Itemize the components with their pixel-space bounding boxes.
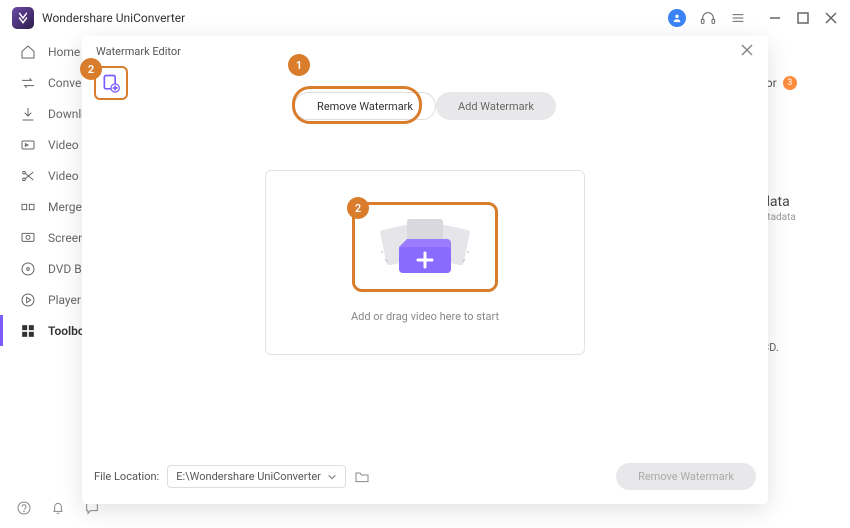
callout-badge-2b: 2 (347, 197, 369, 219)
watermark-editor-modal: Watermark Editor 2 Remove Watermark Add … (82, 36, 768, 504)
callout-badge-1: 1 (288, 54, 310, 76)
help-icon[interactable] (16, 500, 32, 516)
remove-watermark-button[interactable]: Remove Watermark (616, 463, 756, 490)
titlebar: Wondershare UniConverter (0, 0, 850, 36)
file-location-select[interactable]: E:\Wondershare UniConverter (167, 465, 346, 488)
sidebar-item-toolbox[interactable]: Toolbox (0, 315, 90, 346)
peek-cd: CD. (762, 341, 832, 354)
sidebar: Home Converter Downloader Video Compress… (0, 36, 90, 528)
peek-data-sub: etadata (762, 212, 832, 223)
sidebar-item-label: Merger (48, 200, 86, 214)
maximize-button[interactable] (796, 11, 810, 25)
watermark-tabs: Remove Watermark Add Watermark (82, 92, 768, 120)
menu-icon[interactable] (730, 10, 746, 26)
app-title: Wondershare UniConverter (42, 11, 185, 25)
toolbox-icon (20, 323, 36, 339)
open-folder-button[interactable] (354, 469, 370, 485)
dvd-icon (20, 261, 36, 277)
headset-icon[interactable] (700, 10, 716, 26)
file-location-label: File Location: (94, 470, 159, 483)
tab-add-watermark[interactable]: Add Watermark (436, 92, 556, 120)
file-location-value: E:\Wondershare UniConverter (176, 470, 321, 483)
drop-illustration: 2 (352, 202, 498, 292)
drop-text: Add or drag video here to start (351, 310, 499, 323)
recorder-icon (20, 230, 36, 246)
modal-close-button[interactable] (740, 42, 754, 61)
sidebar-item-downloader[interactable]: Downloader (0, 98, 90, 129)
download-icon (20, 106, 36, 122)
scissors-icon (20, 168, 36, 184)
background-peek: tor3 dataetadata CD. (762, 76, 832, 354)
sidebar-item-label: Home (48, 45, 80, 59)
bell-icon[interactable] (50, 500, 66, 516)
sidebar-item-converter[interactable]: Converter (0, 67, 90, 98)
video-dropzone[interactable]: 2 Add or drag video here to start (265, 170, 585, 355)
callout-badge-2a: 2 (80, 58, 102, 80)
close-button[interactable] (824, 11, 838, 25)
sidebar-item-editor[interactable]: Video Editor (0, 160, 90, 191)
tab-remove-watermark[interactable]: Remove Watermark (294, 92, 436, 120)
file-location-row: File Location: E:\Wondershare UniConvert… (94, 463, 756, 490)
sidebar-item-recorder[interactable]: Screen Recorder (0, 222, 90, 253)
sidebar-item-compressor[interactable]: Video Compressor (0, 129, 90, 160)
peek-badge: 3 (783, 76, 797, 90)
sidebar-item-merger[interactable]: Merger (0, 191, 90, 222)
sidebar-item-dvd[interactable]: DVD Burner (0, 253, 90, 284)
peek-data-title: data (762, 194, 832, 210)
minimize-button[interactable] (768, 11, 782, 25)
sidebar-item-player[interactable]: Player (0, 284, 90, 315)
merger-icon (20, 199, 36, 215)
converter-icon (20, 75, 36, 91)
modal-title: Watermark Editor (96, 45, 181, 58)
user-avatar[interactable] (668, 9, 686, 27)
play-icon (20, 292, 36, 308)
sidebar-item-home[interactable]: Home (0, 36, 90, 67)
app-logo (12, 7, 34, 29)
home-icon (20, 44, 36, 60)
sidebar-item-label: Player (48, 293, 81, 307)
compress-icon (20, 137, 36, 153)
